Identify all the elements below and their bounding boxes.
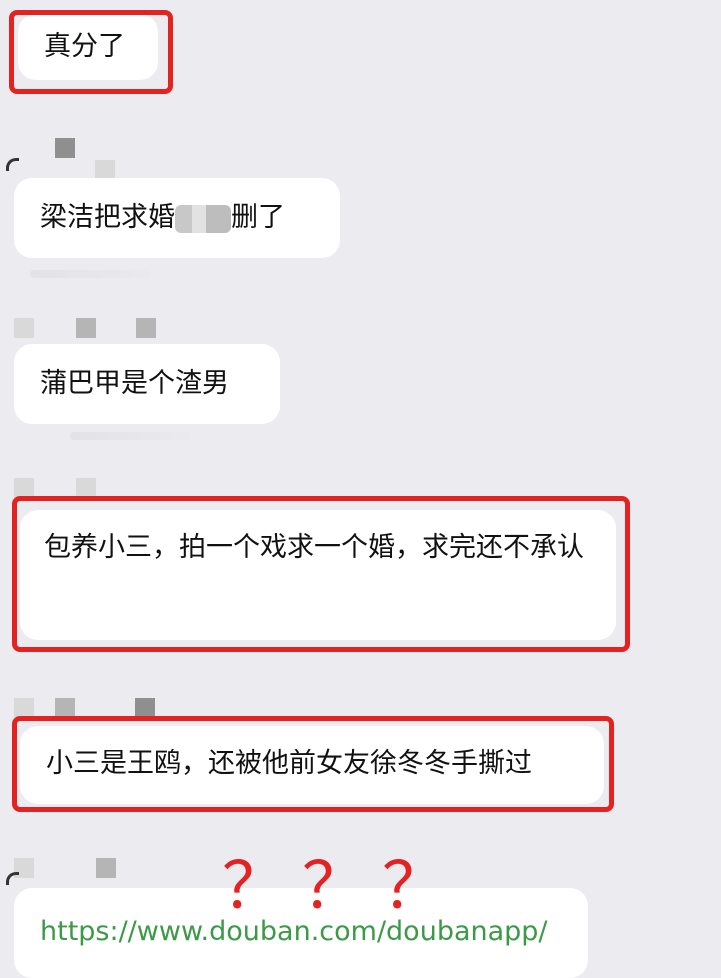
question-mark-2: ？ [302,850,366,924]
question-mark-1: ？ [222,850,286,924]
question-mark-annotation: ？ ？ ？ [222,850,446,924]
bubble-tail [6,872,19,885]
highlight-box-2 [12,496,630,652]
message-text-2-start: 梁洁把求婚 [40,202,175,233]
highlight-box-3 [12,716,614,812]
chat-thread: 真分了 梁洁把求婚 删了 蒲巴甲是个渣男 包养小三，拍一个戏求一个婚，求完还不承认 [0,0,721,978]
sender-avatar-blurred [0,858,150,882]
divider [70,432,190,440]
message-bubble-3[interactable]: 蒲巴甲是个渣男 [14,344,280,424]
bubble-tail [6,158,19,171]
message-text-2-end: 删了 [231,202,285,233]
divider [30,270,150,278]
message-bubble-2[interactable]: 梁洁把求婚 删了 [14,178,340,258]
sender-avatar-blurred [0,318,170,342]
question-mark-3: ？ [382,850,446,924]
highlight-box-1 [9,10,173,94]
censored-image-icon [175,204,231,233]
sender-avatar-blurred [0,138,140,180]
message-text-3: 蒲巴甲是个渣男 [40,368,229,399]
